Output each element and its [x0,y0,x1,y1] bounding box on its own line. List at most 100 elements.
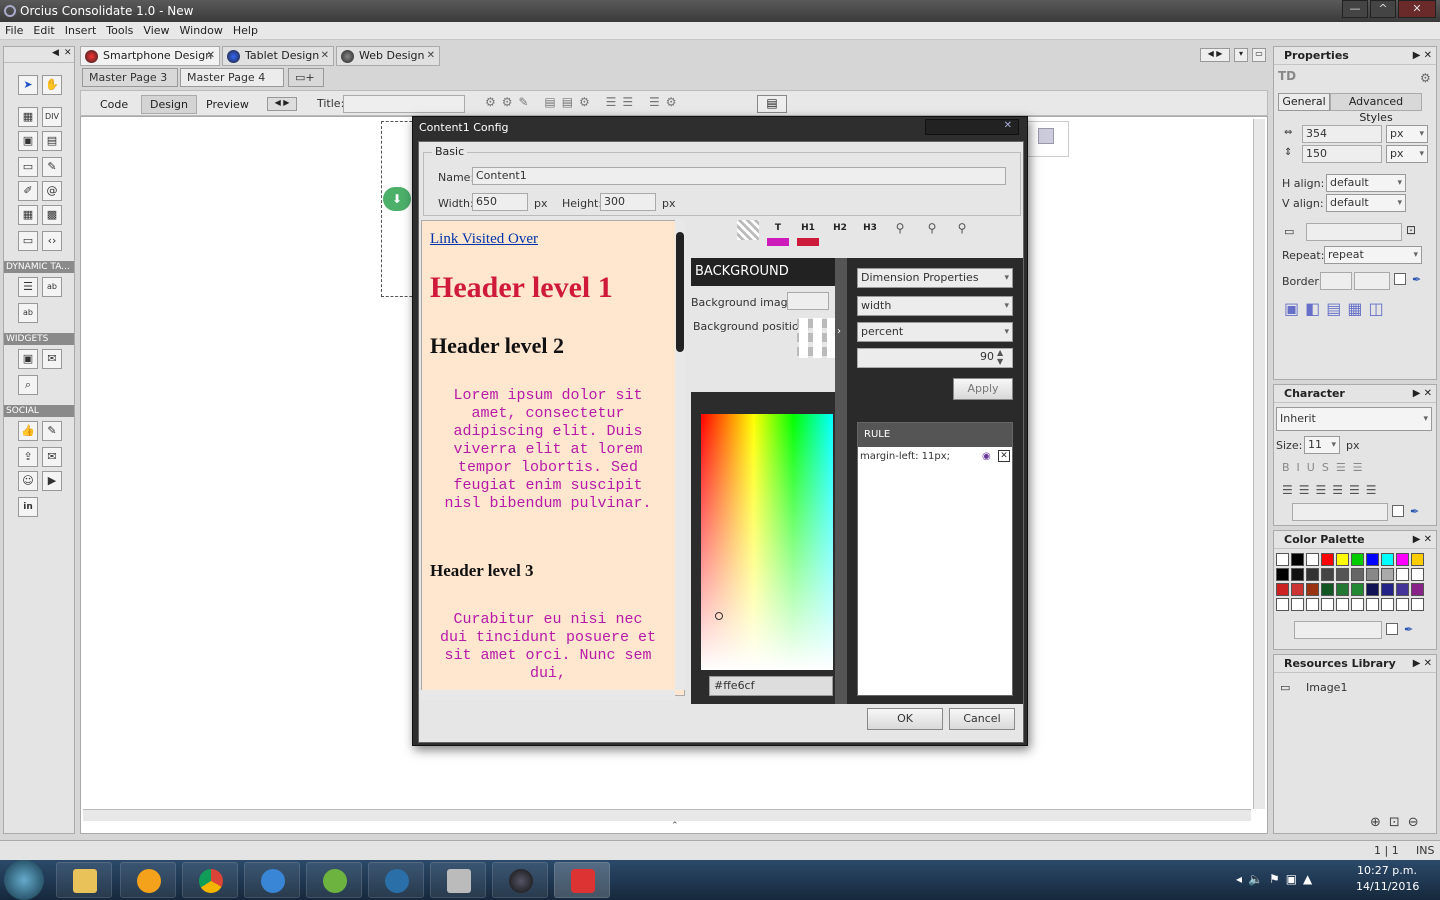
frame-tool-icon[interactable]: ▭ [18,231,38,251]
v-align-select[interactable]: default [1326,194,1406,212]
media-tool-icon[interactable]: ▭ [18,157,38,177]
palette-swatch[interactable] [1381,568,1394,581]
menu-file[interactable]: File [0,22,28,40]
email-tool-icon[interactable]: @ [42,181,62,201]
palette-swatch[interactable] [1366,568,1379,581]
brush-tool-icon[interactable]: ✎ [42,157,62,177]
palette-swatch[interactable] [1276,598,1289,611]
apply-button[interactable]: Apply [953,378,1013,400]
menu-insert[interactable]: Insert [60,22,102,40]
border-width-input[interactable] [1320,272,1352,290]
tab-scroll-icon[interactable]: ◀ ▶ [1200,48,1230,62]
palette-swatch[interactable] [1321,598,1334,611]
table-tool-icon[interactable]: ▦ [18,107,38,127]
palette-swatch[interactable] [1321,583,1334,596]
menu-window[interactable]: Window [175,22,228,40]
text-style-button[interactable]: T [767,222,789,246]
palette-swatch[interactable] [1306,568,1319,581]
height-input[interactable]: 300 [600,193,656,211]
link-tool-icon[interactable]: ✐ [18,181,38,201]
eyedropper-icon[interactable]: ✒ [1412,273,1421,286]
clock-date[interactable]: 14/11/2016 [1356,880,1419,893]
style-preview[interactable]: Link Visited Over Header level 1 Header … [421,220,685,696]
gallery-widget-icon[interactable]: ▣ [18,349,38,369]
canvas-collapse-icon[interactable]: ⌃ [671,821,679,831]
text-color-input[interactable] [1292,503,1388,521]
share-icon[interactable]: ⇪ [18,447,38,467]
palette-swatch[interactable] [1381,583,1394,596]
palette-swatch[interactable] [1411,568,1424,581]
nav-arrows-icon[interactable]: ◀ ▶ [267,97,297,111]
palette-swatch[interactable] [1351,568,1364,581]
palette-swatch[interactable] [1396,568,1409,581]
taskbar-network-app[interactable] [244,862,300,898]
design-view-button[interactable]: Design [141,95,197,114]
close-icon[interactable]: ✕ [1398,0,1436,18]
tab-maximize-icon[interactable]: ▭ [1252,48,1266,62]
repeat-select[interactable]: repeat [1324,246,1422,264]
palette-swatch[interactable] [1336,553,1349,566]
menu-view[interactable]: View [138,22,174,40]
palette-swatch[interactable] [1306,553,1319,566]
eyedropper-icon[interactable]: ✒ [1404,623,1413,636]
prop-height-input[interactable]: 150 [1302,145,1382,163]
taskbar-explorer[interactable] [56,862,112,898]
system-tray-icons[interactable]: ◂🔈⚑▣▲ [1236,872,1318,886]
eyedropper-icon[interactable]: ✒ [1410,505,1419,518]
code-tool-icon[interactable]: ‹› [42,231,62,251]
palette-swatch[interactable] [1276,553,1289,566]
canvas-vscrollbar[interactable] [1253,119,1265,809]
width-input[interactable]: 650 [472,193,528,211]
close-tab-icon[interactable]: ✕ [427,47,435,65]
font-select[interactable]: Inherit [1276,407,1432,431]
panel-controls-icon[interactable]: ▶ ✕ [1413,385,1432,403]
div-tool-icon[interactable]: DIV [42,107,62,127]
palette-swatch[interactable] [1291,583,1304,596]
palette-swatch[interactable] [1396,598,1409,611]
panel-controls-icon[interactable]: ▶ ✕ [1413,47,1432,65]
tab-advanced-styles[interactable]: Advanced Styles [1330,93,1422,124]
dialog-close-icon[interactable]: ✕ [925,119,1019,135]
user-icon[interactable]: ☺ [18,471,38,491]
form-icon[interactable]: ▤ [757,95,787,113]
hover-style-icon[interactable]: ⚲ [951,222,973,242]
link-style-icon[interactable]: ⚲ [889,222,911,242]
panel-controls-icon[interactable]: ▶ ✕ [1413,531,1432,549]
taskbar-app-orange[interactable] [120,862,176,898]
h-align-select[interactable]: default [1326,174,1406,192]
panel-controls-icon[interactable]: ▶ ✕ [1413,655,1432,673]
resource-actions-icons[interactable]: ⊕⊡⊖ [1370,815,1427,830]
prop-width-input[interactable]: 354 [1302,125,1382,143]
preview-hover-link[interactable]: Over [508,231,538,247]
tab-smartphone-design[interactable]: Smartphone Design ✕ [80,46,220,66]
visited-style-icon[interactable]: ⚲ [921,222,943,242]
clock-time[interactable]: 10:27 p.m. [1356,864,1418,877]
taskbar-spring-app[interactable] [306,862,362,898]
border-style-input[interactable] [1354,272,1390,290]
image-tool-icon[interactable]: ▣ [18,131,38,151]
palette-swatch[interactable] [1366,553,1379,566]
palette-swatch[interactable] [1291,598,1304,611]
unit-select[interactable]: percent [857,322,1013,342]
title-input[interactable] [343,95,465,113]
panel-splitter[interactable]: › [835,258,847,704]
menu-edit[interactable]: Edit [28,22,59,40]
palette-swatch[interactable] [1321,568,1334,581]
canvas-hscrollbar[interactable] [83,809,1251,821]
palette-swatch[interactable] [1336,568,1349,581]
palette-swatch[interactable] [1396,553,1409,566]
palette-swatch[interactable] [1351,553,1364,566]
palette-swatch[interactable] [1336,583,1349,596]
font-size-select[interactable]: 11 [1304,436,1340,454]
preview-hscroll[interactable] [421,690,675,700]
taskbar-gauge-app[interactable] [368,862,424,898]
ok-button[interactable]: OK [867,708,943,730]
menu-help[interactable]: Help [228,22,263,40]
palette-color-input[interactable] [1294,621,1382,639]
palette-swatch[interactable] [1351,583,1364,596]
value-stepper[interactable]: 90 [857,348,1013,368]
linkedin-icon[interactable]: in [18,497,38,517]
palette-swatch[interactable] [1276,583,1289,596]
add-page-button[interactable]: ▭+ [288,68,324,87]
tab-web-design[interactable]: Web Design ✕ [336,46,440,66]
